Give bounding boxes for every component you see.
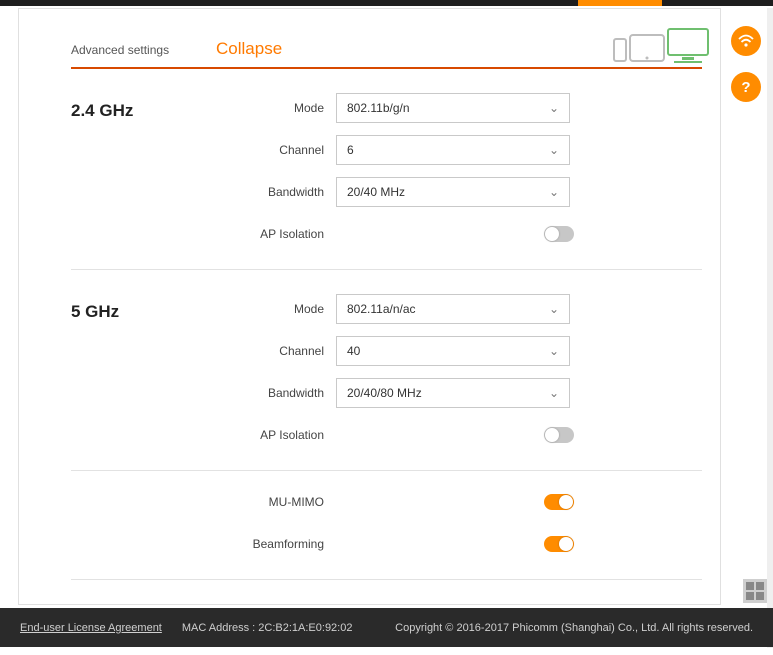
label-5-mode: Mode — [216, 302, 336, 316]
advanced-settings-label: Advanced settings — [71, 43, 216, 57]
chevron-down-icon: ⌄ — [549, 185, 559, 199]
settings-panel: Advanced settings Collapse 2.4 GHz Mode … — [18, 8, 721, 605]
section-extras: MU-MIMO Beamforming — [19, 471, 720, 565]
select-5-bandwidth-value: 20/40/80 MHz — [347, 386, 422, 400]
band-title-5: 5 GHz — [71, 288, 216, 456]
select-24-bandwidth-value: 20/40 MHz — [347, 185, 405, 199]
chevron-down-icon: ⌄ — [549, 344, 559, 358]
label-5-channel: Channel — [216, 344, 336, 358]
help-button[interactable]: ? — [731, 72, 761, 102]
select-5-bandwidth[interactable]: 20/40/80 MHz ⌄ — [336, 378, 570, 408]
toggle-mumimo[interactable] — [544, 494, 574, 510]
label-5-apisolation: AP Isolation — [216, 428, 336, 442]
label-5-bandwidth: Bandwidth — [216, 386, 336, 400]
select-5-mode[interactable]: 802.11a/n/ac ⌄ — [336, 294, 570, 324]
toggle-beamforming[interactable] — [544, 536, 574, 552]
chevron-down-icon: ⌄ — [549, 101, 559, 115]
section-24ghz: 2.4 GHz Mode 802.11b/g/n ⌄ Channel 6 ⌄ B… — [19, 69, 720, 255]
active-nav-indicator — [578, 0, 662, 6]
select-24-channel[interactable]: 6 ⌄ — [336, 135, 570, 165]
footer: End-user License Agreement MAC Address :… — [0, 608, 773, 647]
select-5-channel[interactable]: 40 ⌄ — [336, 336, 570, 366]
collapse-link[interactable]: Collapse — [216, 39, 282, 59]
wifi-status-button[interactable] — [731, 26, 761, 56]
top-bar — [0, 0, 773, 6]
qr-code-button[interactable] — [743, 579, 767, 603]
toggle-5-apisolation[interactable] — [544, 427, 574, 443]
devices-illustration — [602, 27, 712, 72]
section-5ghz: 5 GHz Mode 802.11a/n/ac ⌄ Channel 40 ⌄ B… — [19, 270, 720, 456]
select-24-channel-value: 6 — [347, 143, 354, 157]
eula-link[interactable]: End-user License Agreement — [20, 622, 162, 634]
copyright-text: Copyright © 2016-2017 Phicomm (Shanghai)… — [395, 622, 753, 634]
floating-buttons: ? — [731, 26, 761, 102]
chevron-down-icon: ⌄ — [549, 143, 559, 157]
label-24-apisolation: AP Isolation — [216, 227, 336, 241]
select-5-channel-value: 40 — [347, 344, 360, 358]
select-24-mode-value: 802.11b/g/n — [347, 101, 410, 115]
label-24-bandwidth: Bandwidth — [216, 185, 336, 199]
select-24-bandwidth[interactable]: 20/40 MHz ⌄ — [336, 177, 570, 207]
select-24-mode[interactable]: 802.11b/g/n ⌄ — [336, 93, 570, 123]
chevron-down-icon: ⌄ — [549, 386, 559, 400]
band-title-24: 2.4 GHz — [71, 87, 216, 255]
mac-address: MAC Address : 2C:B2:1A:E0:92:02 — [182, 622, 353, 634]
scrollbar[interactable] — [767, 8, 773, 648]
label-24-channel: Channel — [216, 143, 336, 157]
select-5-mode-value: 802.11a/n/ac — [347, 302, 416, 316]
label-beamforming: Beamforming — [216, 537, 336, 551]
toggle-24-apisolation[interactable] — [544, 226, 574, 242]
label-mumimo: MU-MIMO — [216, 495, 336, 509]
chevron-down-icon: ⌄ — [549, 302, 559, 316]
label-24-mode: Mode — [216, 101, 336, 115]
